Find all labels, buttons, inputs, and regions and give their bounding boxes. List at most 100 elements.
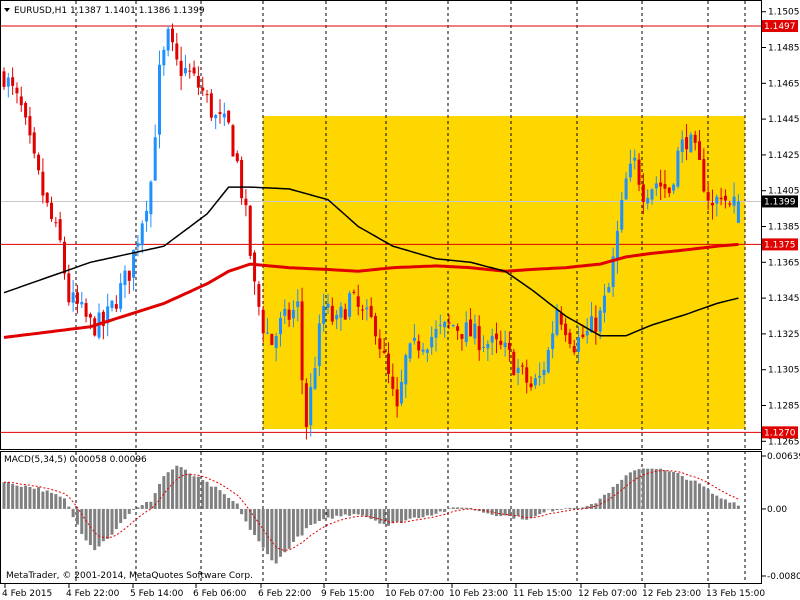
macd-bar	[97, 508, 101, 547]
price-tick-label: 1.1385	[768, 223, 800, 233]
time-tick-label: 11 Feb 15:00	[513, 589, 572, 599]
macd-bar	[67, 506, 71, 509]
candle-body	[719, 197, 723, 200]
candle-body	[451, 325, 455, 327]
macd-bar	[356, 508, 360, 515]
candle-body	[654, 183, 658, 189]
macd-bar	[188, 473, 192, 509]
macd-bar	[348, 508, 352, 516]
candle-body	[196, 75, 200, 88]
macd-bar	[123, 508, 127, 520]
macd-bar	[274, 508, 278, 564]
macd-tick-label: -0.00809	[767, 572, 800, 582]
candle-body	[2, 71, 6, 87]
candle-body	[456, 326, 460, 331]
macd-bar	[317, 508, 321, 522]
macd-bar	[209, 486, 213, 509]
candle-body	[227, 110, 231, 123]
candle-body	[231, 125, 235, 157]
candle-body	[650, 189, 654, 200]
candle-body	[499, 340, 503, 345]
macd-bar	[559, 508, 563, 510]
candle-body	[84, 303, 88, 317]
candle-body	[348, 293, 352, 317]
macd-tick-label: 0.00	[767, 505, 787, 515]
macd-bar	[646, 468, 650, 509]
macd-bar	[101, 508, 105, 542]
macd-bar	[706, 489, 710, 509]
macd-bar	[110, 508, 114, 535]
candle-body	[507, 342, 511, 350]
candle-body	[516, 367, 520, 373]
candle-body	[503, 342, 507, 348]
macd-bar	[611, 486, 615, 509]
macd-bar	[149, 501, 153, 509]
candle-body	[676, 150, 680, 187]
macd-bar	[693, 480, 697, 509]
candle-body	[685, 137, 689, 150]
candle-body	[417, 341, 421, 351]
macd-bar	[672, 472, 676, 509]
candle-body	[698, 141, 702, 160]
candle-body	[326, 303, 330, 308]
macd-bar	[41, 491, 45, 509]
macd-bar	[374, 508, 378, 521]
macd-bar	[300, 508, 304, 536]
candle-body	[15, 87, 19, 94]
price-marker-current: 1.1399	[764, 197, 796, 207]
price-marker-middle_line: 1.1375	[764, 240, 796, 250]
candle-body	[577, 337, 581, 352]
candle-body	[75, 292, 79, 304]
macd-bar	[343, 508, 347, 515]
price-tick-label: 1.1265	[768, 437, 800, 447]
chart-window[interactable]: EURUSD,H1 1.1387 1.1401 1.1386 1.1399 MA…	[0, 0, 800, 600]
candle-body	[594, 317, 598, 332]
candle-body	[469, 319, 473, 337]
macd-label: MACD(5,34,5) 0.00058 0.00096	[4, 455, 147, 465]
macd-bar	[667, 471, 671, 509]
ohlc-values: 1.1387 1.1401 1.1386 1.1399	[70, 6, 205, 16]
macd-bar	[335, 508, 339, 516]
macd-bar	[538, 508, 542, 515]
candle-body	[581, 334, 585, 338]
candle-body	[222, 113, 226, 118]
candle-body	[412, 337, 416, 341]
price-tick-label: 1.1345	[768, 294, 800, 304]
candle-body	[438, 324, 442, 326]
candle-body	[633, 157, 637, 161]
candle-body	[538, 375, 542, 378]
candle-body	[365, 307, 369, 310]
candle-body	[525, 367, 529, 383]
macd-bar	[183, 469, 187, 509]
candle-body	[572, 346, 576, 353]
candle-body	[408, 343, 412, 359]
time-tick-label: 4 Feb 22:00	[66, 589, 120, 599]
price-tick-label: 1.1425	[768, 151, 800, 161]
candle-body	[702, 159, 706, 192]
macd-bar	[37, 487, 41, 509]
time-tick-label: 5 Feb 14:00	[130, 589, 184, 599]
macd-bar	[702, 486, 706, 509]
candle-body	[490, 335, 494, 343]
price-tick-label: 1.1505	[768, 8, 800, 18]
macd-bar	[633, 470, 637, 509]
candle-body	[110, 300, 114, 308]
macd-bar	[525, 508, 529, 520]
price-marker-upper_line: 1.1497	[764, 22, 796, 32]
candle-body	[287, 309, 291, 320]
candle-body	[37, 154, 41, 171]
macd-bar	[119, 508, 123, 523]
macd-bar	[352, 508, 356, 515]
candle-body	[382, 350, 386, 353]
candle-body	[551, 333, 555, 350]
candle-body	[317, 323, 321, 366]
macd-bar	[158, 483, 162, 509]
candle-body	[162, 49, 166, 66]
macd-bar	[24, 485, 28, 509]
macd-bar	[412, 508, 416, 518]
candle-body	[512, 351, 516, 376]
macd-bar	[417, 508, 421, 519]
macd-bar	[715, 495, 719, 509]
macd-bar	[248, 508, 252, 530]
candle-body	[6, 77, 10, 87]
